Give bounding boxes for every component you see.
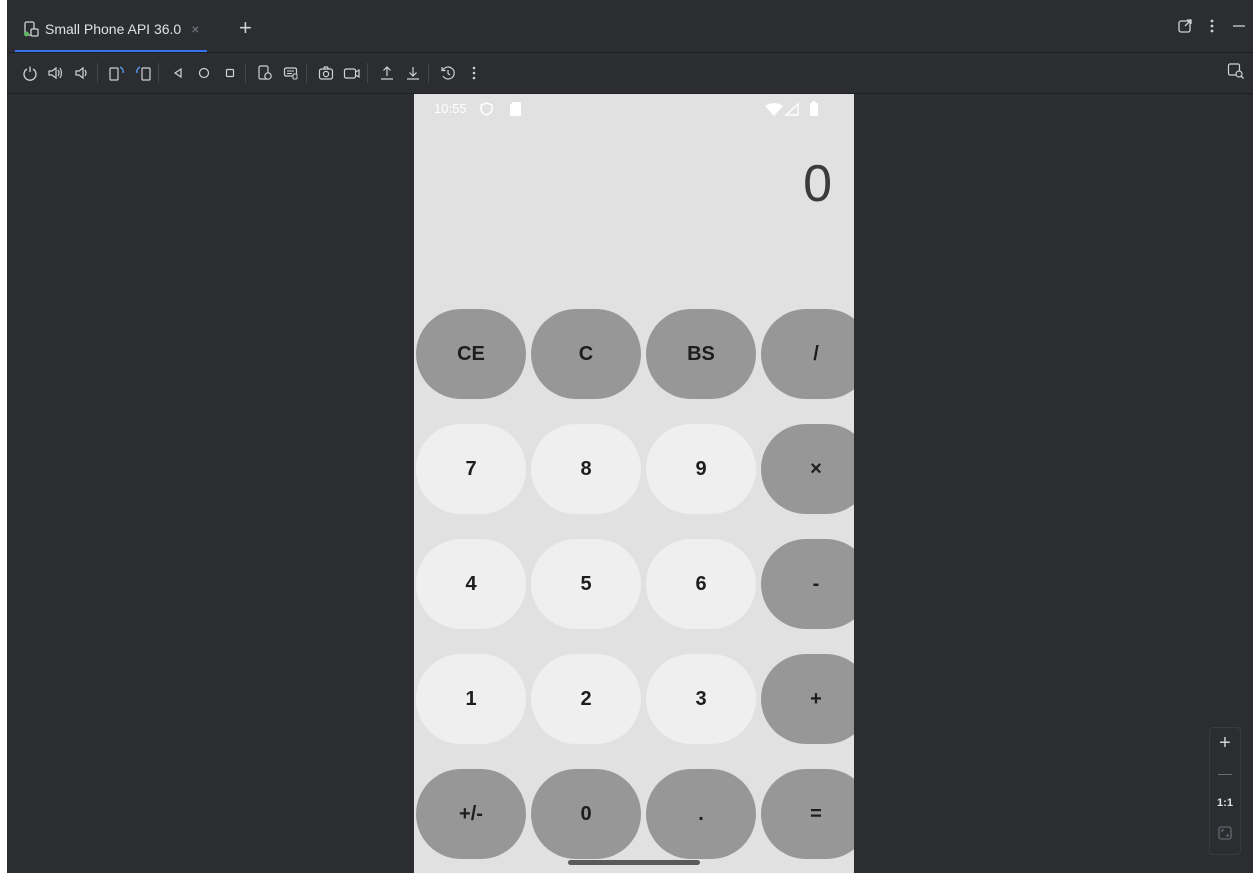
zoom-in-button[interactable]: + xyxy=(1210,728,1240,758)
phone-screen[interactable]: 10:55 0 CE C BS / 7 8 9 × 4 5 6 - 1 2 3 … xyxy=(414,94,854,873)
rotate-left-icon[interactable] xyxy=(106,62,128,84)
more-options-icon[interactable] xyxy=(1209,18,1215,34)
tab-small-phone[interactable]: Small Phone API 36.0 × xyxy=(15,8,208,52)
key-0[interactable]: 0 xyxy=(531,769,641,859)
key-clear-entry[interactable]: CE xyxy=(416,309,526,399)
add-tab-button[interactable]: + xyxy=(239,16,252,40)
key-add[interactable]: + xyxy=(761,654,854,744)
key-decimal[interactable]: . xyxy=(646,769,756,859)
key-multiply[interactable]: × xyxy=(761,424,854,514)
window-edge xyxy=(0,0,7,873)
toolbar-separator xyxy=(245,63,246,83)
volume-down-icon[interactable] xyxy=(71,62,93,84)
upload-icon[interactable] xyxy=(376,62,398,84)
power-icon[interactable] xyxy=(19,62,41,84)
device-inspector-icon[interactable] xyxy=(1227,62,1245,80)
key-9[interactable]: 9 xyxy=(646,424,756,514)
snapshot-icon[interactable] xyxy=(437,62,459,84)
key-4[interactable]: 4 xyxy=(416,539,526,629)
status-time: 10:55 xyxy=(434,101,467,116)
zoom-out-button[interactable]: — xyxy=(1210,758,1240,788)
key-1[interactable]: 1 xyxy=(416,654,526,744)
toolbar-separator xyxy=(306,63,307,83)
key-6[interactable]: 6 xyxy=(646,539,756,629)
sd-card-icon xyxy=(510,102,521,116)
tab-label: Small Phone API 36.0 xyxy=(45,21,182,37)
home-icon[interactable] xyxy=(193,62,215,84)
status-bar: 10:55 xyxy=(414,94,854,124)
minimize-icon[interactable] xyxy=(1231,18,1247,34)
key-backspace[interactable]: BS xyxy=(646,309,756,399)
tab-bar: Small Phone API 36.0 × + xyxy=(7,8,1253,53)
gesture-nav-bar[interactable] xyxy=(568,860,700,865)
key-7[interactable]: 7 xyxy=(416,424,526,514)
fit-screen-icon[interactable] xyxy=(1210,818,1240,848)
rotate-right-icon[interactable] xyxy=(132,62,154,84)
device-icon xyxy=(23,21,39,37)
battery-icon xyxy=(810,101,818,116)
volume-up-icon[interactable] xyxy=(45,62,67,84)
keyboard-icon[interactable] xyxy=(280,62,302,84)
close-icon[interactable]: × xyxy=(191,21,199,37)
key-subtract[interactable]: - xyxy=(761,539,854,629)
open-external-icon[interactable] xyxy=(1177,18,1193,34)
wifi-icon xyxy=(765,103,783,116)
device-settings-icon[interactable] xyxy=(254,62,276,84)
key-8[interactable]: 8 xyxy=(531,424,641,514)
key-negate[interactable]: +/- xyxy=(416,769,526,859)
back-icon[interactable] xyxy=(167,62,189,84)
signal-icon xyxy=(785,103,799,116)
calculator-display: 0 xyxy=(803,155,832,213)
more-icon[interactable] xyxy=(463,62,485,84)
shield-icon xyxy=(480,102,493,116)
key-5[interactable]: 5 xyxy=(531,539,641,629)
toolbar-separator xyxy=(97,63,98,83)
overview-icon[interactable] xyxy=(219,62,241,84)
key-3[interactable]: 3 xyxy=(646,654,756,744)
toolbar-separator xyxy=(428,63,429,83)
toolbar-separator xyxy=(158,63,159,83)
zoom-controls: + — 1:1 xyxy=(1209,727,1241,855)
screen-record-icon[interactable] xyxy=(341,62,363,84)
zoom-actual-size-button[interactable]: 1:1 xyxy=(1210,788,1240,818)
key-clear[interactable]: C xyxy=(531,309,641,399)
toolbar-separator xyxy=(367,63,368,83)
screenshot-icon[interactable] xyxy=(315,62,337,84)
key-equals[interactable]: = xyxy=(761,769,854,859)
key-divide[interactable]: / xyxy=(761,309,854,399)
key-2[interactable]: 2 xyxy=(531,654,641,744)
download-icon[interactable] xyxy=(402,62,424,84)
emulator-toolbar xyxy=(7,53,1253,94)
